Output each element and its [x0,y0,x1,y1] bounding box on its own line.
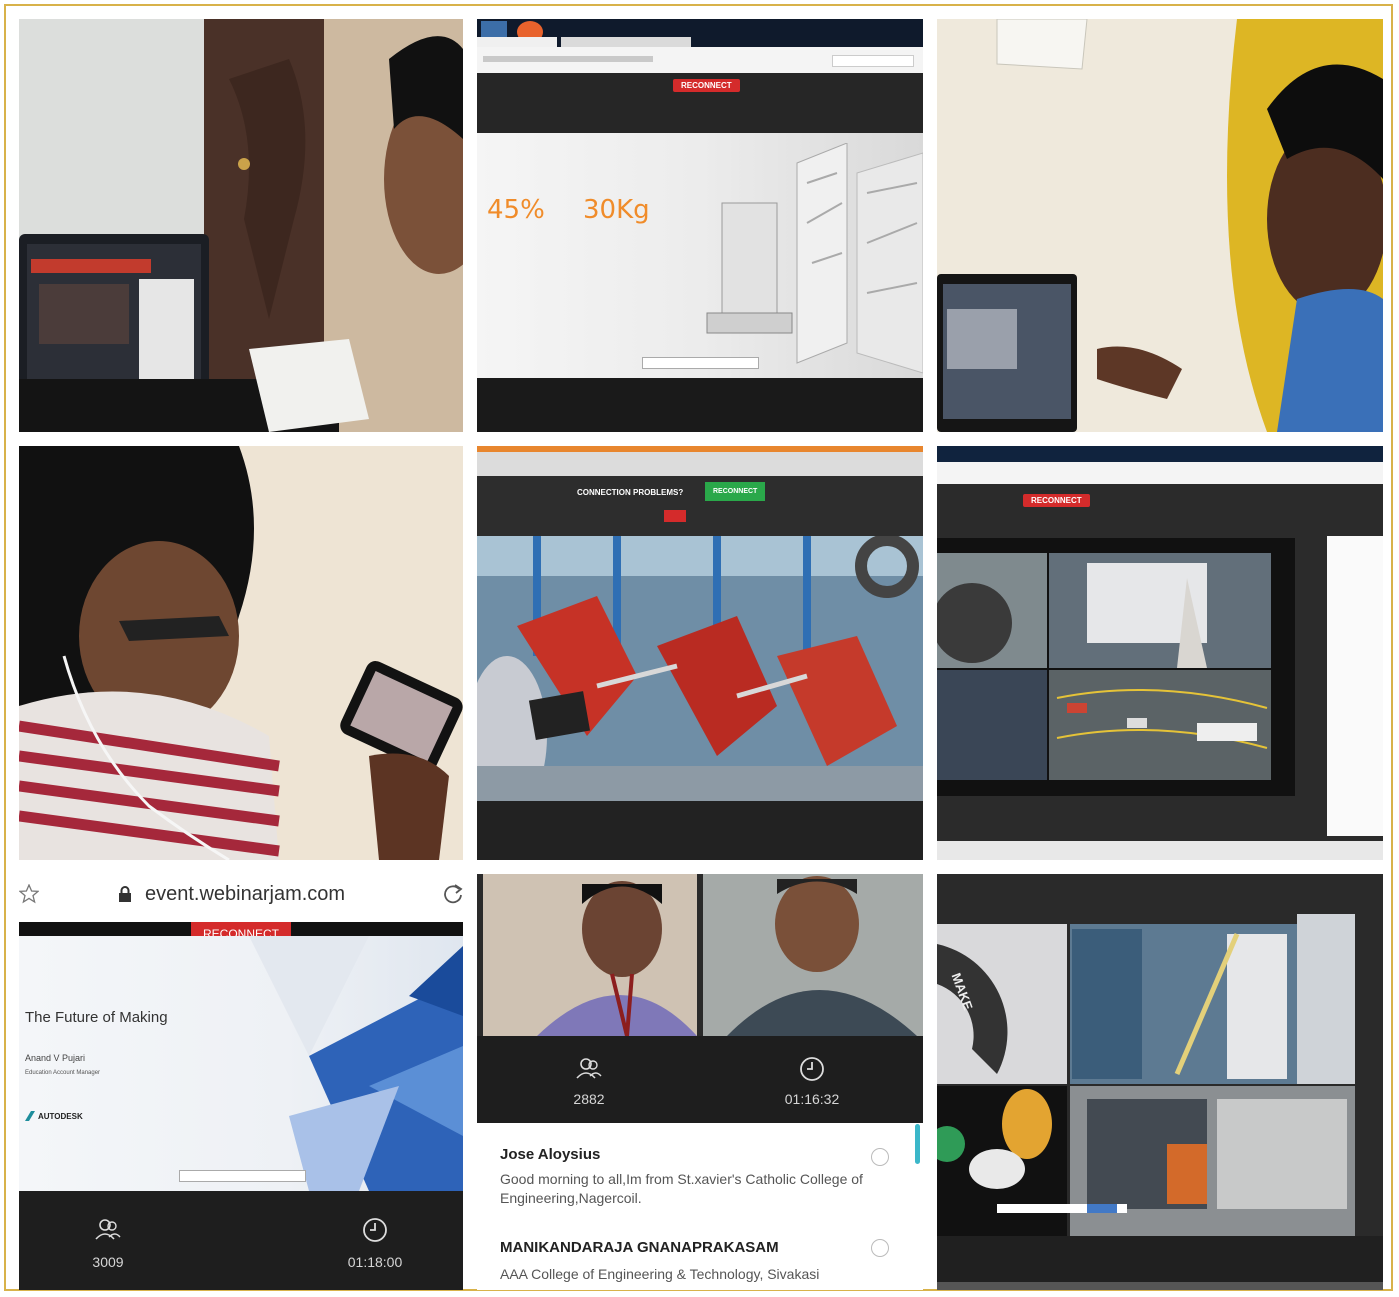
address-bar[interactable] [477,47,923,74]
connection-problems-text: CONNECTION PROBLEMS? [577,488,684,497]
address-bar[interactable] [937,462,1383,484]
photo-scene [937,19,1383,432]
browser-tab[interactable] [477,37,557,47]
reload-icon[interactable] [443,883,463,905]
screen-webinar-factory: CONNECTION PROBLEMS? RECONNECT [477,446,923,860]
brand-text: AUTODESK [38,1111,83,1121]
browser-tab[interactable] [561,37,691,47]
stat-percent: 45% [487,195,545,225]
presenter-name: Anand V Pujari [25,1053,86,1063]
presentation-slide: The Future of Making Anand V Pujari Educ… [19,936,463,1191]
address-bar[interactable] [477,452,923,476]
reconnect-button[interactable]: RECONNECT [1023,494,1090,507]
geometric-blue-artwork [249,936,463,1191]
elapsed-time: 01:16:32 [784,1091,840,1107]
player-footer [477,801,923,860]
url-text[interactable]: event.webinarjam.com [145,883,345,906]
factory-video [477,536,923,801]
attendees-count: 2882 [573,1091,605,1107]
url-text [483,56,653,62]
reconnect-button[interactable]: RECONNECT [705,482,766,501]
clock-icon [363,1218,387,1242]
phone-webinar-chat: 2882 01:16:32 Jose Aloysius Good morning… [477,874,923,1290]
chat-select-radio[interactable] [871,1148,889,1166]
chat-author: Jose Aloysius [500,1146,601,1163]
video-collage [937,874,1383,1290]
presenter-role: Education Account Manager [25,1070,101,1076]
photo-scene [19,446,463,860]
status-indicator [664,510,686,522]
screen-webinar-collage: MAKE [937,874,1383,1290]
attendees-icon [95,1219,121,1240]
presentation-slide: 45% 30Kg [477,133,923,378]
search-field[interactable] [832,55,914,67]
photo-laptop-viewer-1 [19,19,463,432]
attendees-icon [576,1058,602,1079]
elapsed-time: 01:18:00 [347,1254,403,1270]
reconnect-button[interactable]: RECONNECT [673,79,740,92]
chat-text: Good morning to all,Im from St.xavier's … [500,1171,863,1206]
photo-laptop-viewer-2 [937,19,1383,432]
autodesk-logo-mark [25,1111,35,1121]
attendees-count: 3009 [92,1254,124,1270]
chat-select-radio[interactable] [871,1239,889,1257]
browser-tab-strip [477,19,923,47]
screen-webinar-slide-stats: RECONNECT 45% 30Kg [477,19,923,432]
chat-author: MANIKANDARAJA GNANAPRAKASAM [500,1239,779,1256]
stat-weight: 30Kg [583,195,650,225]
chair-render-illustration [706,143,923,374]
browser-tab-strip [937,446,1383,462]
photo-scene [19,19,463,432]
photo-phone-viewer [19,446,463,860]
star-icon[interactable] [19,884,39,904]
presenter-video-feeds [477,874,923,1036]
player-footer [477,378,923,432]
autodesk-logo: AUTODESK [25,1111,83,1121]
chat-sidebar [1327,536,1383,836]
video-grid [937,538,1295,796]
clock-icon [800,1057,824,1081]
chat-input[interactable] [642,357,759,369]
mobile-browser-bar: event.webinarjam.com [19,874,463,922]
player-header [477,476,923,536]
chat-input[interactable] [179,1170,306,1182]
slide-title: The Future of Making [25,1009,168,1026]
stats-bar: 2882 01:16:32 [477,1036,923,1123]
screen-webinar-grid: RECONNECT [937,446,1383,860]
chat-text: AAA College of Engineering & Technology,… [500,1266,820,1282]
taskbar [937,841,1383,860]
phone-webinar-screen: event.webinarjam.com RECONNECT The Futur… [19,874,463,1290]
scrollbar[interactable] [915,1124,920,1164]
lock-icon [119,886,131,902]
stats-bar: 3009 01:18:00 [19,1191,463,1290]
